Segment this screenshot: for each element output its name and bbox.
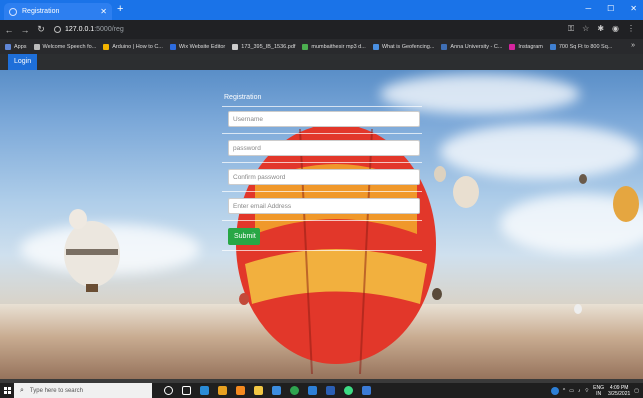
address-bar-actions: ⚿ ☆ ✱ ◉ ⋮ — [568, 24, 635, 34]
photos-icon[interactable] — [308, 386, 317, 395]
instagram-icon — [509, 43, 516, 50]
taskbar-apps — [164, 386, 371, 395]
user-icon[interactable] — [550, 386, 559, 395]
bookmark-item[interactable]: Arduino | How to C... — [103, 43, 163, 50]
notifications-icon[interactable]: ▢ — [634, 388, 639, 394]
bookmarks-bar: Apps Welcome Speech fo... Arduino | How … — [0, 39, 643, 54]
site-info-icon[interactable] — [54, 26, 61, 33]
globe-icon — [9, 7, 17, 16]
store-icon[interactable] — [272, 386, 281, 395]
key-icon[interactable]: ⚿ — [568, 24, 574, 34]
windows-start-icon[interactable] — [0, 383, 14, 398]
bookmark-item[interactable]: 173_395_IB_1536.pdf — [232, 43, 295, 50]
app-icon[interactable] — [218, 386, 227, 395]
bookmark-item[interactable]: 700 Sq Ft to 800 Sq... — [549, 43, 612, 50]
chrome-icon[interactable] — [290, 386, 299, 395]
browser-tab[interactable]: Registration ✕ — [4, 3, 112, 20]
clock[interactable]: 4:09 PM 3/25/2021 — [608, 385, 630, 397]
divider — [222, 106, 422, 107]
reload-icon[interactable]: ↻ — [34, 24, 48, 35]
bookmark-item[interactable]: Instagram — [509, 43, 543, 50]
menu-icon[interactable]: ⋮ — [627, 24, 635, 34]
close-window-icon[interactable]: ✕ — [630, 4, 637, 13]
bookmark-item[interactable]: Wix Website Editor — [169, 43, 225, 50]
volume-icon[interactable]: ♪ — [578, 388, 581, 394]
bookmark-icon — [169, 43, 176, 50]
new-tab-icon[interactable]: + — [117, 3, 123, 15]
back-icon[interactable]: ← — [2, 25, 16, 35]
bookmark-item[interactable]: Apps — [5, 43, 27, 50]
taskbar-search-input[interactable]: ⌕ Type here to search — [14, 383, 152, 398]
url-input[interactable]: 127.0.0.1 :5000/reg — [54, 26, 124, 33]
password-input[interactable] — [228, 140, 420, 156]
apps-icon — [5, 43, 11, 50]
divider — [222, 191, 422, 192]
windows-taskbar: ⌕ Type here to search — [0, 383, 643, 398]
app-navbar: Login — [0, 54, 643, 70]
close-tab-icon[interactable]: ✕ — [100, 7, 107, 16]
divider — [222, 133, 422, 134]
maximize-icon[interactable]: ☐ — [607, 4, 614, 13]
form-title: Registration — [224, 94, 262, 101]
android-studio-icon[interactable] — [344, 386, 353, 395]
task-view-icon[interactable] — [182, 386, 191, 395]
sublime-icon[interactable] — [236, 386, 245, 395]
bookmark-icon — [441, 43, 448, 50]
username-input[interactable] — [228, 111, 420, 127]
battery-icon[interactable]: ▭ — [569, 388, 574, 394]
background-balloons — [64, 124, 639, 375]
url-host: 127.0.0.1 — [65, 26, 95, 33]
divider — [222, 220, 422, 221]
url-path: :5000/reg — [94, 26, 124, 33]
bookmark-item[interactable]: What is Geofencing... — [372, 43, 434, 50]
star-icon[interactable]: ☆ — [582, 24, 589, 34]
language-indicator[interactable]: ENG IN — [593, 385, 604, 397]
chevron-up-icon[interactable]: ^ — [563, 388, 565, 394]
bookmark-item[interactable]: Anna University - C... — [441, 43, 502, 50]
taskbar-search-placeholder: Type here to search — [29, 387, 83, 394]
window-controls: ─ ☐ ✕ — [585, 4, 637, 13]
tab-strip: Registration ✕ + ─ ☐ ✕ — [0, 0, 643, 20]
extension-icon[interactable]: ✱ — [597, 24, 604, 34]
bookmark-icon — [372, 43, 379, 50]
file-explorer-icon[interactable] — [254, 386, 263, 395]
system-tray: ^ ▭ ♪ ⌔ ENG IN 4:09 PM 3/25/2021 ▢ — [550, 383, 639, 398]
email-input[interactable] — [228, 198, 420, 214]
bookmark-item[interactable]: mumbaithesir mp3 d... — [302, 43, 366, 50]
bookmark-icon — [549, 43, 556, 50]
divider — [222, 250, 422, 251]
minimize-icon[interactable]: ─ — [585, 4, 591, 13]
visual-studio-icon[interactable] — [362, 386, 371, 395]
forward-icon[interactable]: → — [18, 25, 32, 35]
profile-icon[interactable]: ◉ — [612, 24, 619, 34]
bookmark-icon — [103, 43, 110, 50]
vscode-icon[interactable] — [200, 386, 209, 395]
cortana-icon[interactable] — [164, 386, 173, 395]
bookmark-icon — [33, 43, 40, 50]
submit-button[interactable]: Submit — [228, 228, 260, 245]
bookmarks-overflow-icon[interactable]: » — [631, 42, 635, 49]
striped-balloon — [64, 221, 120, 292]
bookmark-item[interactable]: Welcome Speech fo... — [33, 43, 96, 50]
divider — [222, 162, 422, 163]
tab-title: Registration — [22, 8, 60, 15]
nav-login-link[interactable]: Login — [8, 54, 38, 70]
confirm-password-input[interactable] — [228, 169, 420, 185]
search-icon: ⌕ — [20, 386, 24, 394]
network-icon[interactable]: ⌔ — [584, 388, 589, 394]
bookmark-icon — [302, 43, 309, 50]
address-bar-row: ← → ↻ 127.0.0.1 :5000/reg — [0, 20, 643, 39]
word-icon[interactable] — [326, 386, 335, 395]
page-viewport: Login Registration Submit — [0, 54, 643, 379]
bookmark-icon — [232, 43, 239, 50]
